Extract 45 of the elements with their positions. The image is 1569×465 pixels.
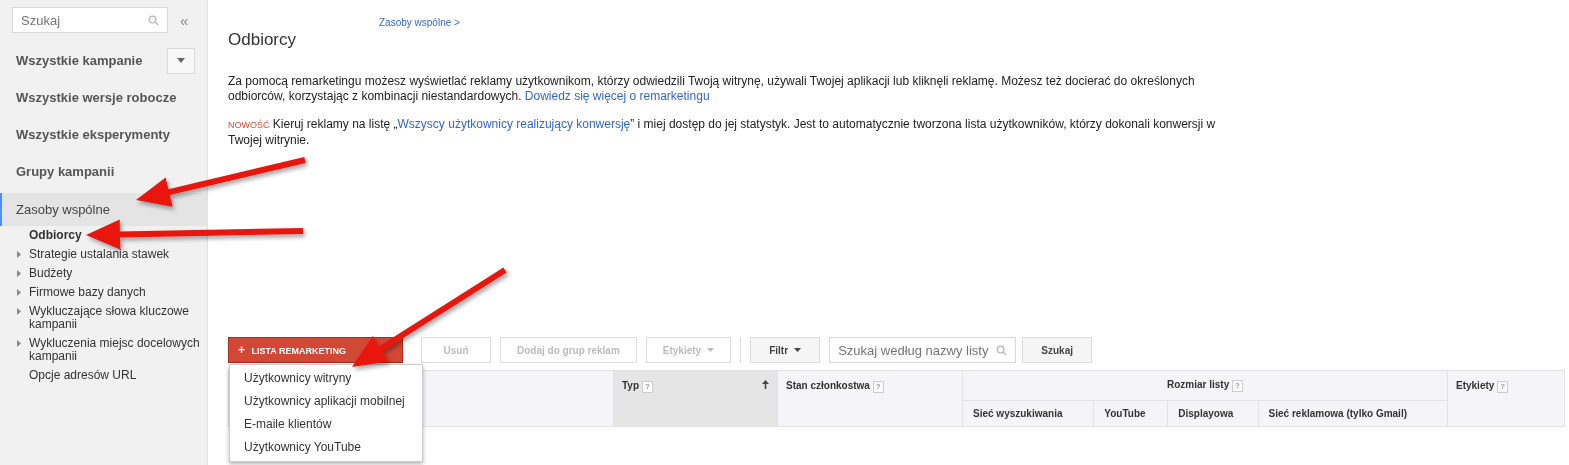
expand-icon[interactable] — [17, 270, 21, 277]
search-field[interactable]: Szukaj — [12, 7, 168, 33]
search-icon — [148, 15, 159, 26]
menu-item[interactable]: Użytkownicy aplikacji mobilnej — [230, 390, 422, 413]
nav-item[interactable]: Wszystkie wersje robocze — [0, 79, 207, 116]
expand-icon[interactable] — [17, 289, 21, 296]
expand-icon[interactable] — [17, 308, 21, 315]
column-header[interactable]: Typ ? — [613, 370, 778, 427]
column-header[interactable]: Stan członkostwa ? — [777, 370, 963, 427]
sidebar-item[interactable]: Budżety — [29, 267, 73, 280]
menu-item[interactable]: E-maile klientów — [230, 413, 422, 436]
nav-item[interactable]: Wszystkie kampanie — [0, 42, 207, 79]
nav-item[interactable]: Wszystkie eksperymenty — [0, 116, 207, 153]
sidebar-item[interactable]: Odbiorcy — [29, 229, 82, 242]
sidebar-item[interactable]: Wykluczające słowa kluczowe kampanii — [29, 305, 207, 331]
sidebar-item[interactable]: Opcje adresów URL — [29, 369, 137, 382]
dropdown-button[interactable] — [167, 47, 195, 74]
nav-item[interactable]: Zasoby wspólne — [0, 193, 207, 226]
column-group-header: Rozmiar listy ? — [962, 370, 1448, 401]
menu-item[interactable]: Użytkownicy witryny — [230, 367, 422, 390]
filter-button[interactable]: Filtr — [750, 337, 821, 363]
caret-icon — [177, 58, 185, 63]
notice-text: NOWOŚĆ Kieruj reklamy na listę „Wszyscy użytkownicy realizujący konwersję” i miej dostęp do jej statystyk. Jest to automatycznie tworzona lista użytkowników, którzy dokonali konwersji w Twojej witrynie. — [228, 117, 1217, 148]
column-header[interactable]: Displayowa — [1167, 400, 1259, 427]
sidebar-item[interactable]: Wykluczenia miejsc docelowych kampanii — [29, 337, 207, 363]
column-header[interactable]: Sieć wyszukiwania — [962, 400, 1094, 427]
list-link[interactable]: Wszyscy użytkownicy realizujący konwersję — [397, 117, 631, 131]
column-header[interactable]: YouTube — [1093, 400, 1168, 427]
column-header[interactable]: Sieć reklamowa (tylko Gmail) — [1258, 400, 1448, 427]
sidebar-item[interactable]: Strategie ustalania stawek — [29, 248, 170, 261]
nav-item[interactable]: Grupy kampanii — [0, 153, 207, 190]
intro-text: Za pomocą remarketingu możesz wyświetlać reklamy użytkownikom, którzy odwiedzili Twoją witrynę, używali Twojej aplikacji lub kliknęli reklamę. Możesz też docierać do określonych odbiorców, korzystając z kombinacji niestandardowych. Dowiedz się więcej o remarketingu — [228, 74, 1196, 104]
expand-icon[interactable] — [17, 340, 21, 347]
sidebar-item[interactable]: Firmowe bazy danych — [29, 286, 146, 299]
menu-item[interactable]: Użytkownicy YouTube — [230, 436, 422, 459]
sort-arrow-icon — [762, 380, 769, 389]
breadcrumb-link[interactable]: Zasoby wspólne > — [379, 17, 460, 28]
search-field[interactable]: Szukaj według nazwy listy — [829, 337, 1017, 363]
column-header[interactable]: Etykiety ? — [1447, 370, 1565, 427]
search-icon — [996, 345, 1008, 356]
search-button[interactable]: Szukaj — [1022, 337, 1093, 363]
page-title: Odbiorcy — [228, 30, 297, 50]
expand-icon[interactable] — [17, 251, 21, 258]
new-label: NOWOŚĆ — [228, 120, 270, 130]
learn-more-link[interactable]: Dowiedz się więcej o remarketingu — [524, 89, 710, 103]
